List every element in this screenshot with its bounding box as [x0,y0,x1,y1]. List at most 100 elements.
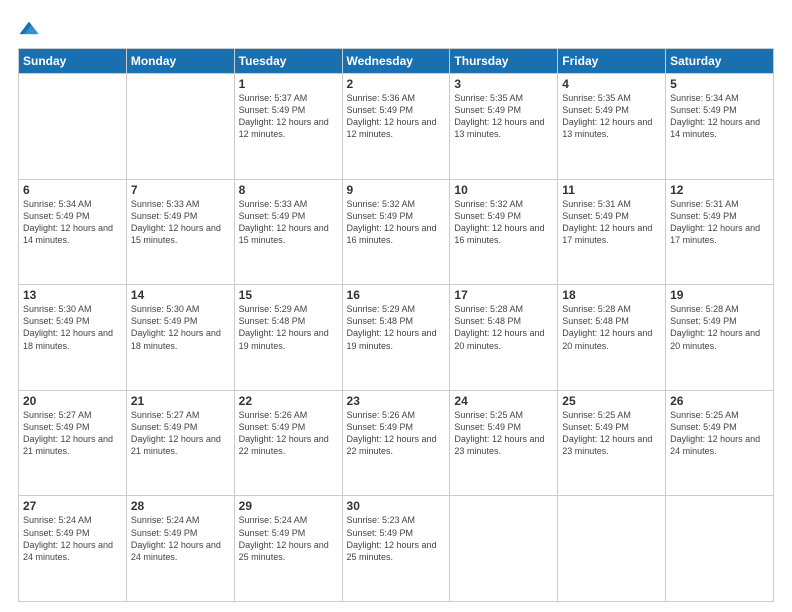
day-header-sunday: Sunday [19,49,127,74]
day-number: 13 [23,288,122,302]
calendar-cell: 28Sunrise: 5:24 AM Sunset: 5:49 PM Dayli… [126,496,234,602]
calendar-cell: 16Sunrise: 5:29 AM Sunset: 5:48 PM Dayli… [342,285,450,391]
calendar-cell: 30Sunrise: 5:23 AM Sunset: 5:49 PM Dayli… [342,496,450,602]
calendar-week-row: 27 Sunrise: 5:24 AM Sunset: 5:49 PM Dayli… [19,496,774,602]
calendar-cell: 21Sunrise: 5:27 AM Sunset: 5:49 PM Dayli… [126,390,234,496]
day-info: Sunrise: 5:29 AM Sunset: 5:48 PM Dayligh… [239,303,338,352]
calendar-cell: 19Sunrise: 5:28 AM Sunset: 5:49 PM Dayli… [666,285,774,391]
calendar-cell: 6Sunrise: 5:34 AM Sunset: 5:49 PM Daylig… [19,179,127,285]
day-header-thursday: Thursday [450,49,558,74]
calendar-cell: 13Sunrise: 5:30 AM Sunset: 5:49 PM Dayli… [19,285,127,391]
day-number: 26 [670,394,769,408]
day-header-wednesday: Wednesday [342,49,450,74]
day-info: Sunrise: 5:29 AM Sunset: 5:48 PM Dayligh… [347,303,446,352]
calendar-cell: 25Sunrise: 5:25 AM Sunset: 5:49 PM Dayli… [558,390,666,496]
calendar-cell: 5Sunrise: 5:34 AM Sunset: 5:49 PM Daylig… [666,74,774,180]
day-number: 28 [131,499,230,513]
calendar-cell: 18Sunrise: 5:28 AM Sunset: 5:48 PM Dayli… [558,285,666,391]
day-info: Sunrise: 5:28 AM Sunset: 5:49 PM Dayligh… [670,303,769,352]
day-header-friday: Friday [558,49,666,74]
day-info: Sunrise: 5:33 AM Sunset: 5:49 PM Dayligh… [239,198,338,247]
day-number: 29 [239,499,338,513]
day-header-saturday: Saturday [666,49,774,74]
day-number: 18 [562,288,661,302]
calendar-cell: 11Sunrise: 5:31 AM Sunset: 5:49 PM Dayli… [558,179,666,285]
day-info: Sunrise: 5:26 AM Sunset: 5:49 PM Dayligh… [239,409,338,458]
day-number: 6 [23,183,122,197]
day-info: Sunrise: 5:26 AM Sunset: 5:49 PM Dayligh… [347,409,446,458]
calendar-cell: 23Sunrise: 5:26 AM Sunset: 5:49 PM Dayli… [342,390,450,496]
calendar-week-row: 20Sunrise: 5:27 AM Sunset: 5:49 PM Dayli… [19,390,774,496]
day-info: Sunrise: 5:33 AM Sunset: 5:49 PM Dayligh… [131,198,230,247]
day-number: 12 [670,183,769,197]
day-number: 27 [23,499,122,513]
calendar-week-row: 13Sunrise: 5:30 AM Sunset: 5:49 PM Dayli… [19,285,774,391]
header [18,18,774,40]
day-info: Sunrise: 5:27 AM Sunset: 5:49 PM Dayligh… [131,409,230,458]
day-number: 8 [239,183,338,197]
day-info: Sunrise: 5:28 AM Sunset: 5:48 PM Dayligh… [454,303,553,352]
day-number: 30 [347,499,446,513]
calendar-cell: 20Sunrise: 5:27 AM Sunset: 5:49 PM Dayli… [19,390,127,496]
calendar-cell [126,74,234,180]
calendar-cell: 1Sunrise: 5:37 AM Sunset: 5:49 PM Daylig… [234,74,342,180]
day-info: Sunrise: 5:25 AM Sunset: 5:49 PM Dayligh… [562,409,661,458]
day-info: Sunrise: 5:34 AM Sunset: 5:49 PM Dayligh… [23,198,122,247]
day-info: Sunrise: 5:23 AM Sunset: 5:49 PM Dayligh… [347,514,446,563]
day-number: 20 [23,394,122,408]
day-info: Sunrise: 5:36 AM Sunset: 5:49 PM Dayligh… [347,92,446,141]
day-info: Sunrise: 5:24 AM Sunset: 5:49 PM Dayligh… [239,514,338,563]
calendar-header-row: SundayMondayTuesdayWednesdayThursdayFrid… [19,49,774,74]
day-number: 14 [131,288,230,302]
day-number: 4 [562,77,661,91]
calendar-cell [450,496,558,602]
day-info: Sunrise: 5:32 AM Sunset: 5:49 PM Dayligh… [347,198,446,247]
calendar-cell: 7Sunrise: 5:33 AM Sunset: 5:49 PM Daylig… [126,179,234,285]
calendar-cell: 10Sunrise: 5:32 AM Sunset: 5:49 PM Dayli… [450,179,558,285]
day-number: 3 [454,77,553,91]
calendar-cell: 2Sunrise: 5:36 AM Sunset: 5:49 PM Daylig… [342,74,450,180]
calendar-cell: 3Sunrise: 5:35 AM Sunset: 5:49 PM Daylig… [450,74,558,180]
day-info: Sunrise: 5:34 AM Sunset: 5:49 PM Dayligh… [670,92,769,141]
day-info: Sunrise: 5:35 AM Sunset: 5:49 PM Dayligh… [454,92,553,141]
day-number: 22 [239,394,338,408]
calendar-cell [558,496,666,602]
logo [18,18,42,40]
day-number: 15 [239,288,338,302]
calendar-week-row: 6Sunrise: 5:34 AM Sunset: 5:49 PM Daylig… [19,179,774,285]
day-info: Sunrise: 5:30 AM Sunset: 5:49 PM Dayligh… [23,303,122,352]
day-number: 24 [454,394,553,408]
calendar-cell: 26Sunrise: 5:25 AM Sunset: 5:49 PM Dayli… [666,390,774,496]
day-header-monday: Monday [126,49,234,74]
day-info: Sunrise: 5:24 AM Sunset: 5:49 PM Dayligh… [131,514,230,563]
day-number: 19 [670,288,769,302]
day-info: Sunrise: 5:31 AM Sunset: 5:49 PM Dayligh… [562,198,661,247]
day-info: Sunrise: 5:27 AM Sunset: 5:49 PM Dayligh… [23,409,122,458]
day-number: 21 [131,394,230,408]
calendar-cell: 4Sunrise: 5:35 AM Sunset: 5:49 PM Daylig… [558,74,666,180]
day-info: Sunrise: 5:25 AM Sunset: 5:49 PM Dayligh… [670,409,769,458]
day-number: 23 [347,394,446,408]
calendar-cell: 29Sunrise: 5:24 AM Sunset: 5:49 PM Dayli… [234,496,342,602]
calendar-cell [666,496,774,602]
day-info: Sunrise: 5:37 AM Sunset: 5:49 PM Dayligh… [239,92,338,141]
day-number: 25 [562,394,661,408]
day-info: Sunrise: 5:31 AM Sunset: 5:49 PM Dayligh… [670,198,769,247]
day-number: 17 [454,288,553,302]
calendar-cell: 12Sunrise: 5:31 AM Sunset: 5:49 PM Dayli… [666,179,774,285]
calendar-cell [19,74,127,180]
day-info: Sunrise: 5:28 AM Sunset: 5:48 PM Dayligh… [562,303,661,352]
day-header-tuesday: Tuesday [234,49,342,74]
calendar-cell: 22Sunrise: 5:26 AM Sunset: 5:49 PM Dayli… [234,390,342,496]
day-number: 11 [562,183,661,197]
calendar-cell: 17Sunrise: 5:28 AM Sunset: 5:48 PM Dayli… [450,285,558,391]
calendar-cell: 9Sunrise: 5:32 AM Sunset: 5:49 PM Daylig… [342,179,450,285]
day-number: 1 [239,77,338,91]
day-number: 2 [347,77,446,91]
calendar-table: SundayMondayTuesdayWednesdayThursdayFrid… [18,48,774,602]
calendar-cell: 27Sunrise: 5:24 AM Sunset: 5:49 PM Dayli… [19,496,127,602]
day-number: 7 [131,183,230,197]
day-number: 16 [347,288,446,302]
calendar-cell: 15Sunrise: 5:29 AM Sunset: 5:48 PM Dayli… [234,285,342,391]
page: SundayMondayTuesdayWednesdayThursdayFrid… [0,0,792,612]
